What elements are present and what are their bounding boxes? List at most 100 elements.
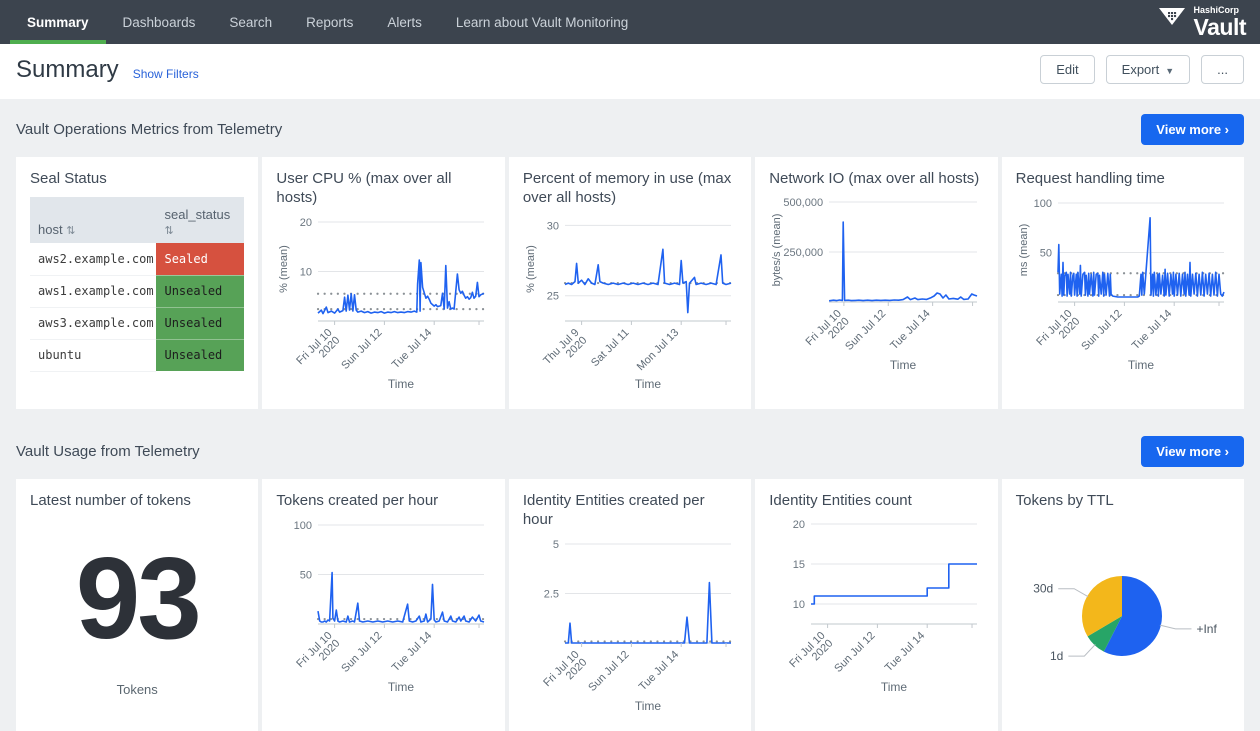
- svg-text:Fri Jul 102020: Fri Jul 102020: [1034, 308, 1082, 356]
- svg-text:500,000: 500,000: [784, 197, 824, 209]
- svg-text:250,000: 250,000: [784, 247, 824, 259]
- request-time-panel: Request handling time 50 100 Fri Jul 10202…: [1002, 157, 1244, 409]
- table-row[interactable]: aws3.example.com Unsealed: [30, 307, 244, 339]
- svg-text:Time: Time: [1128, 358, 1155, 372]
- token-count-value: 93: [30, 540, 244, 656]
- svg-text:100: 100: [1033, 198, 1051, 210]
- panel-title: Identity Entities count: [769, 491, 983, 510]
- top-nav: Summary Dashboards Search Reports Alerts…: [0, 0, 1260, 44]
- svg-text:Sun Jul 12: Sun Jul 12: [586, 649, 631, 694]
- nav-item-dashboards[interactable]: Dashboards: [106, 0, 213, 44]
- view-more-button-usage[interactable]: View more ›: [1141, 436, 1244, 467]
- table-row[interactable]: aws2.example.com Sealed: [30, 243, 244, 275]
- memory-chart[interactable]: 2530Thu Jul 92020Sat Jul 11Mon Jul 13% (…: [523, 209, 737, 391]
- svg-text:50: 50: [1039, 248, 1051, 260]
- svg-text:Time: Time: [388, 377, 415, 391]
- svg-text:Time: Time: [635, 699, 662, 713]
- svg-text:50: 50: [300, 570, 312, 582]
- panel-title: Latest number of tokens: [30, 491, 244, 510]
- tokens-created-chart[interactable]: 50 100 Fri Jul 102020Sun Jul 12Tue Jul 14 T…: [276, 512, 490, 694]
- show-filters-link[interactable]: Show Filters: [133, 67, 199, 81]
- table-row[interactable]: ubuntu Unsealed: [30, 339, 244, 371]
- sort-icon: ⇅: [164, 224, 173, 237]
- svg-text:Sun Jul 12: Sun Jul 12: [340, 327, 385, 372]
- nav-item-summary[interactable]: Summary: [10, 0, 106, 44]
- svg-text:Sun Jul 12: Sun Jul 12: [340, 630, 385, 675]
- svg-text:Sun Jul 12: Sun Jul 12: [832, 630, 877, 675]
- host-cell: aws3.example.com: [30, 307, 156, 339]
- panel-title: Seal Status: [30, 169, 244, 188]
- operations-panels-row: Seal Status host ⇅ seal_status ⇅ aws2.ex…: [16, 157, 1244, 409]
- view-more-button-operations[interactable]: View more ›: [1141, 114, 1244, 145]
- svg-text:100: 100: [294, 520, 312, 532]
- svg-text:Tue Jul 14: Tue Jul 14: [1129, 308, 1174, 353]
- svg-text:10: 10: [300, 267, 312, 279]
- nav-item-search[interactable]: Search: [212, 0, 289, 44]
- svg-text:Fri Jul 102020: Fri Jul 102020: [295, 630, 343, 678]
- hashicorp-vault-brand: HashiCorp Vault: [1157, 0, 1260, 44]
- network-io-panel: Network IO (max over all hosts) 250,0005…: [755, 157, 997, 409]
- section-title: Vault Usage from Telemetry: [16, 443, 200, 460]
- host-cell: aws2.example.com: [30, 243, 156, 275]
- host-cell: aws1.example.com: [30, 275, 156, 307]
- svg-text:Sun Jul 12: Sun Jul 12: [843, 308, 888, 353]
- host-cell: ubuntu: [30, 339, 156, 371]
- nav-item-learn-vault-monitoring[interactable]: Learn about Vault Monitoring: [439, 0, 645, 44]
- svg-text:Tue Jul 14: Tue Jul 14: [888, 308, 933, 353]
- memory-panel: Percent of memory in use (max over all h…: [509, 157, 751, 409]
- panel-title: Request handling time: [1016, 169, 1230, 188]
- host-column-header[interactable]: host ⇅: [30, 197, 156, 243]
- svg-text:Tue Jul 14: Tue Jul 14: [390, 630, 435, 675]
- page-header: Summary Show Filters Edit Export▼ ...: [0, 44, 1260, 99]
- status-cell: Unsealed: [156, 275, 244, 307]
- request-time-chart[interactable]: 50 100 Fri Jul 102020Sun Jul 12Tue Jul 14 m…: [1016, 190, 1230, 372]
- usage-section-header: Vault Usage from Telemetry View more ›: [16, 436, 1244, 467]
- svg-text:% (mean): % (mean): [525, 246, 537, 294]
- tokens-by-ttl-panel: Tokens by TTL +Inf 1d 30d: [1002, 479, 1244, 731]
- identity-created-panel: Identity Entities created per hour 2.55F…: [509, 479, 751, 731]
- nav-item-reports[interactable]: Reports: [289, 0, 370, 44]
- sort-icon: ⇅: [66, 224, 75, 237]
- svg-text:Time: Time: [635, 377, 662, 391]
- vault-logo-icon: [1157, 7, 1187, 38]
- usage-panels-row: Latest number of tokens 93 Tokens Tokens…: [16, 479, 1244, 731]
- identity-count-panel: Identity Entities count 101520Fri Jul 10…: [755, 479, 997, 731]
- svg-text:bytes/s (mean): bytes/s (mean): [771, 214, 783, 287]
- edit-button[interactable]: Edit: [1040, 55, 1094, 84]
- svg-text:Tue Jul 14: Tue Jul 14: [390, 327, 435, 372]
- svg-text:Time: Time: [890, 358, 917, 372]
- identity-count-chart[interactable]: 101520Fri Jul 102020Sun Jul 12Tue Jul 14…: [769, 512, 983, 694]
- svg-text:Tue Jul 14: Tue Jul 14: [883, 630, 928, 675]
- tokens-created-panel: Tokens created per hour 50100Fri Jul 102…: [262, 479, 504, 731]
- tokens-by-ttl-pie[interactable]: +Inf 1d 30d: [1016, 512, 1230, 707]
- svg-text:Fri Jul 102020: Fri Jul 102020: [787, 630, 835, 678]
- svg-text:ms (mean): ms (mean): [1018, 224, 1030, 277]
- brand-product: Vault: [1194, 16, 1246, 39]
- seal-status-column-header[interactable]: seal_status ⇅: [156, 197, 244, 243]
- table-row[interactable]: aws1.example.com Unsealed: [30, 275, 244, 307]
- svg-text:30d: 30d: [1033, 582, 1053, 596]
- seal-status-table: host ⇅ seal_status ⇅ aws2.example.com Se…: [30, 197, 244, 372]
- more-options-button[interactable]: ...: [1201, 55, 1244, 84]
- latest-tokens-panel: Latest number of tokens 93 Tokens: [16, 479, 258, 731]
- status-cell: Unsealed: [156, 307, 244, 339]
- export-button[interactable]: Export▼: [1106, 55, 1191, 84]
- svg-text:10: 10: [793, 599, 805, 611]
- svg-text:20: 20: [793, 519, 805, 531]
- panel-title: Tokens by TTL: [1016, 491, 1230, 510]
- user-cpu-chart[interactable]: 1020Fri Jul 102020Sun Jul 12Tue Jul 14% …: [276, 209, 490, 391]
- panel-title: User CPU % (max over all hosts): [276, 169, 490, 207]
- seal-status-panel: Seal Status host ⇅ seal_status ⇅ aws2.ex…: [16, 157, 258, 409]
- svg-text:5: 5: [553, 539, 559, 551]
- network-io-chart[interactable]: 250,000500,000Fri Jul 102020Sun Jul 12Tu…: [769, 190, 983, 372]
- user-cpu-panel: User CPU % (max over all hosts) 1020Fri …: [262, 157, 504, 409]
- svg-text:Time: Time: [388, 680, 415, 694]
- svg-text:1d: 1d: [1050, 649, 1063, 663]
- section-title: Vault Operations Metrics from Telemetry: [16, 121, 282, 138]
- identity-created-chart[interactable]: 2.55Fri Jul 102020Sun Jul 12Tue Jul 14Ti…: [523, 531, 737, 713]
- svg-text:Time: Time: [881, 680, 908, 694]
- svg-text:Sun Jul 12: Sun Jul 12: [1079, 308, 1124, 353]
- svg-text:+Inf: +Inf: [1196, 622, 1217, 636]
- operations-section-header: Vault Operations Metrics from Telemetry …: [16, 114, 1244, 145]
- nav-item-alerts[interactable]: Alerts: [370, 0, 439, 44]
